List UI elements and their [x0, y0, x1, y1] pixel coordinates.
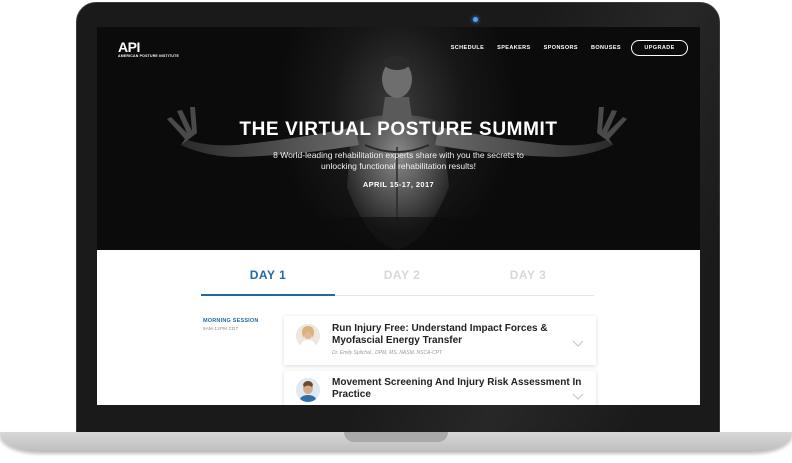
hero-banner: API AMERICAN POSTURE INSTITUTE SCHEDULE … — [97, 27, 700, 250]
tab-day-3[interactable]: DAY 3 — [461, 268, 595, 282]
logo-mark: API — [118, 39, 140, 55]
nav-sponsors[interactable]: SPONSORS — [544, 40, 578, 56]
event-date: APRIL 15-17, 2017 — [362, 180, 435, 189]
tab-day-2[interactable]: DAY 2 — [335, 268, 469, 282]
hero-subtitle: 8 World-leading rehabilitation experts s… — [273, 150, 524, 171]
talk-title: Movement Screening And Injury Risk Asses… — [332, 377, 582, 400]
nav-speakers[interactable]: SPEAKERS — [497, 40, 530, 56]
nav-bonuses[interactable]: BONUSES — [591, 40, 621, 56]
chevron-down-icon[interactable] — [572, 393, 584, 400]
tab-day-1[interactable]: DAY 1 — [201, 268, 335, 282]
talk-card[interactable]: Run Injury Free: Understand Impact Force… — [284, 316, 596, 365]
laptop-notch — [344, 432, 448, 442]
webcam-icon — [473, 17, 478, 22]
active-tab-indicator — [201, 294, 335, 296]
session-time: 9AM-12PM CDT — [203, 326, 239, 331]
talk-speaker: Dr. Emily Splichal , DPM, MS, NASM, NSCA… — [332, 350, 443, 356]
hero-title: THE VIRTUAL POSTURE SUMMIT — [239, 119, 558, 140]
api-logo[interactable]: API AMERICAN POSTURE INSTITUTE — [118, 40, 179, 58]
top-nav: SCHEDULE SPEAKERS SPONSORS BONUSES UPGRA… — [438, 40, 688, 56]
talk-title: Run Injury Free: Understand Impact Force… — [332, 323, 548, 346]
day-tabs: DAY 1 DAY 2 DAY 3 — [201, 268, 594, 298]
talk-card[interactable]: Movement Screening And Injury Risk Asses… — [284, 371, 596, 405]
browser-screen: API AMERICAN POSTURE INSTITUTE SCHEDULE … — [97, 27, 700, 405]
upgrade-button[interactable]: UPGRADE — [631, 40, 688, 56]
session-label: MORNING SESSION — [203, 318, 259, 324]
speaker-avatar — [296, 324, 320, 348]
nav-schedule[interactable]: SCHEDULE — [451, 40, 484, 56]
logo-subtext: AMERICAN POSTURE INSTITUTE — [118, 54, 180, 58]
chevron-down-icon[interactable] — [572, 340, 584, 347]
speaker-avatar — [296, 378, 320, 402]
